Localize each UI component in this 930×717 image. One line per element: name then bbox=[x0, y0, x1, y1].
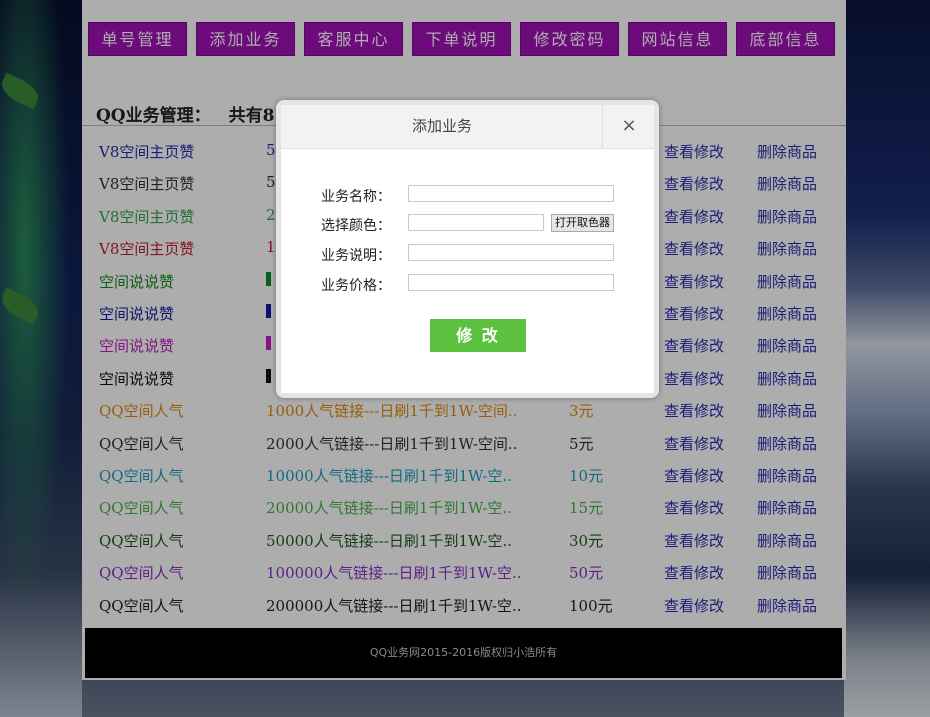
form-row-price: 业务价格： bbox=[281, 274, 654, 296]
color-input[interactable] bbox=[408, 214, 544, 231]
color-label: 选择颜色： bbox=[321, 218, 391, 234]
description-label: 业务说明： bbox=[321, 248, 391, 264]
price-label: 业务价格： bbox=[321, 278, 391, 294]
color-picker-button[interactable]: 打开取色器 bbox=[551, 214, 614, 232]
description-input[interactable] bbox=[408, 244, 614, 261]
submit-button[interactable]: 修 改 bbox=[430, 319, 526, 352]
service-name-input[interactable] bbox=[408, 185, 614, 202]
dialog-body: 添加业务 × 业务名称： 选择颜色： 打开取色器 业务说明： 业务价格： 修 改 bbox=[281, 105, 654, 393]
dialog-title: 添加业务 bbox=[411, 117, 472, 135]
dialog-header: 添加业务 × bbox=[281, 105, 654, 149]
add-service-dialog: 添加业务 × 业务名称： 选择颜色： 打开取色器 业务说明： 业务价格： 修 改 bbox=[276, 100, 659, 398]
service-name-label: 业务名称： bbox=[321, 189, 391, 205]
close-icon[interactable]: × bbox=[602, 105, 655, 148]
form-row-color: 选择颜色： 打开取色器 bbox=[281, 214, 654, 236]
price-input[interactable] bbox=[408, 274, 614, 291]
form-row-desc: 业务说明： bbox=[281, 244, 654, 266]
form-row-name: 业务名称： bbox=[281, 185, 654, 207]
